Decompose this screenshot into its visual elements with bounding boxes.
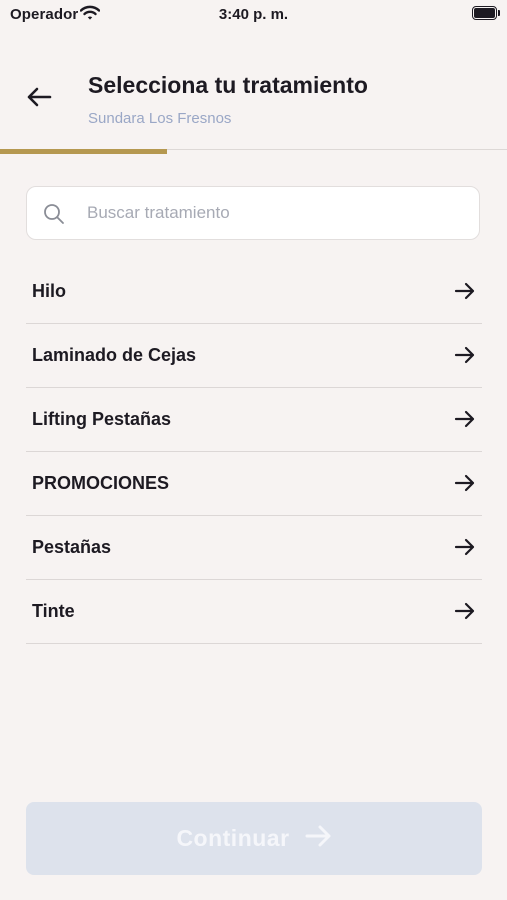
- arrow-right-icon: [454, 601, 476, 626]
- list-item-label: Pestañas: [32, 537, 112, 557]
- list-item-label: Tinte: [32, 601, 75, 621]
- progress-fill: [0, 149, 168, 154]
- arrow-right-icon: [454, 409, 476, 434]
- list-item[interactable]: Laminado de Cejas: [26, 324, 482, 388]
- back-button[interactable]: [22, 82, 56, 116]
- location-subtitle: Sundara Los Fresnos: [88, 110, 232, 127]
- battery-icon: [472, 6, 500, 20]
- status-bar: Operador 3:40 p. m.: [0, 0, 507, 30]
- list-item[interactable]: PROMOCIONES: [26, 452, 482, 516]
- arrow-right-icon: [454, 537, 476, 562]
- list-item[interactable]: Lifting Pestañas: [26, 388, 482, 452]
- list-item[interactable]: Tinte: [26, 580, 482, 644]
- search-input[interactable]: [87, 199, 467, 227]
- progress-bar: [0, 149, 507, 155]
- list-item[interactable]: Pestañas: [26, 516, 482, 580]
- arrow-right-icon: [454, 345, 476, 370]
- list-item-label: Hilo: [32, 281, 66, 301]
- list-item-label: Lifting Pestañas: [32, 409, 172, 429]
- treatment-category-list: Hilo Laminado de Cejas Lifting Pestañas PRO…: [26, 260, 482, 644]
- arrow-right-icon: [304, 824, 332, 853]
- arrow-left-icon: [26, 86, 52, 113]
- continue-label: Continuar: [176, 825, 290, 851]
- arrow-right-icon: [454, 281, 476, 306]
- list-item-label: PROMOCIONES: [32, 473, 170, 493]
- continue-button[interactable]: Continuar: [26, 802, 482, 875]
- arrow-right-icon: [454, 473, 476, 498]
- list-item[interactable]: Hilo: [26, 260, 482, 324]
- search-icon: [43, 203, 65, 230]
- search-box[interactable]: [26, 186, 480, 240]
- clock: 3:40 p. m.: [218, 6, 289, 23]
- list-item-label: Laminado de Cejas: [32, 345, 197, 365]
- page-title: Selecciona tu tratamiento: [88, 72, 368, 98]
- header: Selecciona tu tratamiento Sundara Los Fr…: [0, 60, 507, 150]
